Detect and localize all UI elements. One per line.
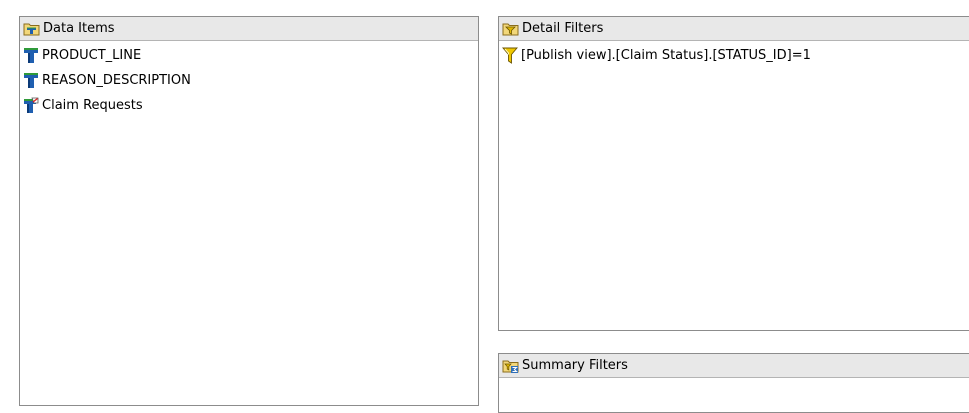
list-item-filter-status-id[interactable]: [Publish view].[Claim Status].[STATUS_ID… (502, 43, 969, 68)
list-item-label: [Publish view].[Claim Status].[STATUS_ID… (521, 48, 811, 63)
data-item-icon (23, 72, 39, 89)
data-items-header: Data Items (20, 17, 478, 41)
summary-filters-folder-icon (502, 357, 520, 374)
detail-filters-panel: Detail Filters [Publish view].[Claim Sta… (498, 16, 969, 331)
summary-filters-header: Summary Filters (499, 354, 969, 378)
filter-funnel-icon (502, 47, 518, 64)
data-items-list: PRODUCT_LINE REASON_DESCRIPTION Claim Re… (20, 41, 478, 118)
data-items-title: Data Items (43, 20, 115, 36)
data-items-panel: Data Items PRODUCT_LINE REASON_DESCRIPTI… (19, 16, 479, 406)
data-items-folder-icon (23, 20, 41, 37)
detail-filters-list: [Publish view].[Claim Status].[STATUS_ID… (499, 41, 969, 68)
data-item-icon (23, 47, 39, 64)
summary-filters-title: Summary Filters (522, 357, 628, 373)
list-item-product-line[interactable]: PRODUCT_LINE (23, 43, 478, 68)
summary-filters-panel: Summary Filters (498, 353, 969, 413)
calculated-data-item-icon (23, 97, 39, 114)
detail-filters-folder-icon (502, 20, 520, 37)
list-item-reason-description[interactable]: REASON_DESCRIPTION (23, 68, 478, 93)
list-item-label: PRODUCT_LINE (42, 48, 142, 63)
list-item-label: Claim Requests (42, 98, 143, 113)
detail-filters-title: Detail Filters (522, 20, 604, 36)
list-item-claim-requests[interactable]: Claim Requests (23, 93, 478, 118)
list-item-label: REASON_DESCRIPTION (42, 73, 191, 88)
detail-filters-header: Detail Filters (499, 17, 969, 41)
